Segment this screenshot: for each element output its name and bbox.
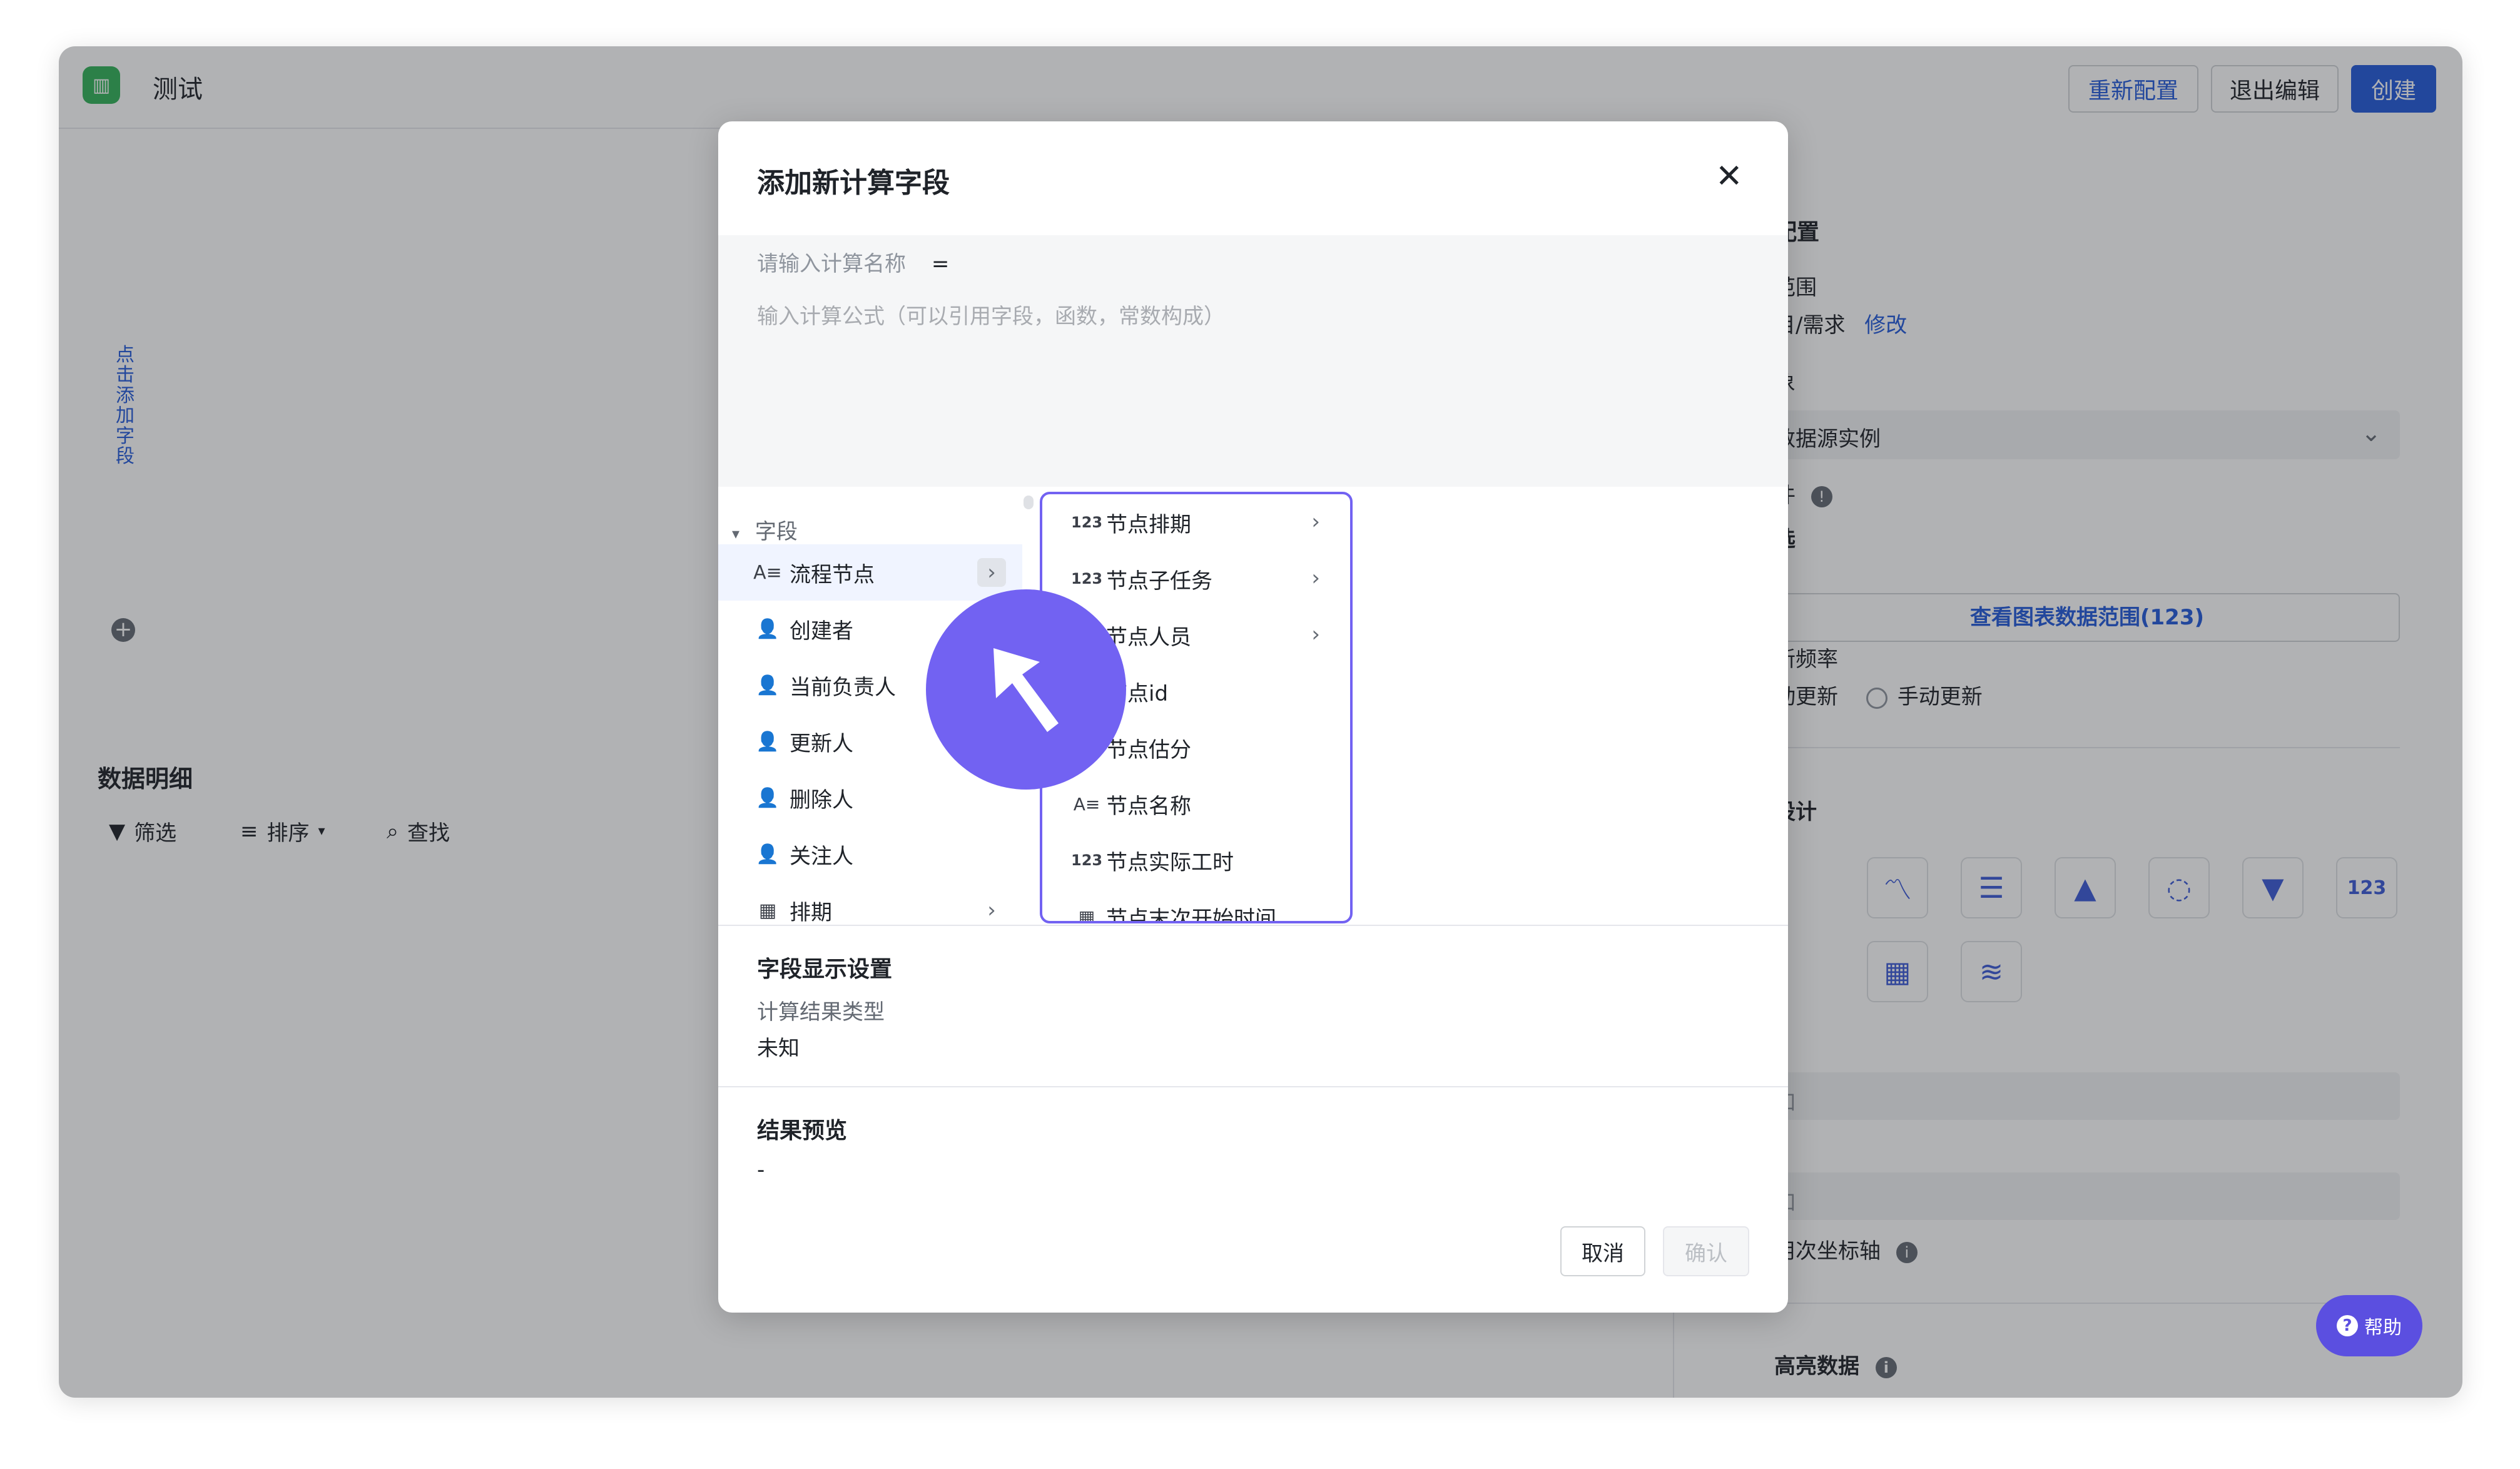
cursor-highlight [926, 589, 1126, 790]
sub-field-item-label: 节点估分 [1106, 737, 1191, 763]
sub-field-item[interactable]: ▦ 节点末次开始时间 [1042, 888, 1350, 923]
text-field-icon: A≡ [753, 561, 782, 584]
display-settings-title: 字段显示设置 [757, 957, 893, 982]
result-type-label: 计算结果类型 [757, 1000, 885, 1025]
sub-field-item-label: 节点实际工时 [1106, 850, 1234, 875]
help-button[interactable]: ? 帮助 [2316, 1295, 2422, 1356]
chevron-right-icon[interactable]: › [1311, 622, 1320, 647]
number-icon: 123 [1071, 514, 1103, 531]
field-item-label: 关注人 [790, 843, 853, 869]
field-item[interactable]: ▦ 排期 › [718, 882, 1022, 938]
sub-field-item[interactable]: 123 节点实际工时 [1042, 832, 1350, 888]
chevron-right-icon[interactable]: › [1311, 566, 1320, 591]
help-label: 帮助 [2364, 1317, 2402, 1339]
close-icon[interactable]: ✕ [1715, 158, 1743, 195]
divider [718, 1086, 1788, 1087]
person-icon: 👤 [756, 730, 780, 753]
field-item-label: 创建者 [790, 618, 853, 644]
calendar-icon: ▦ [1078, 906, 1095, 923]
sub-field-item-label: 节点末次开始时间 [1106, 906, 1276, 923]
number-icon: 123 [1071, 851, 1103, 869]
cursor-arrow-icon [993, 648, 1059, 732]
person-icon: 👤 [756, 843, 780, 865]
divider [718, 925, 1788, 926]
caret-down-icon: ▾ [732, 525, 740, 542]
text-field-icon: A≡ [1073, 793, 1100, 815]
sub-field-item[interactable]: 123 节点排期 › [1042, 494, 1350, 551]
sub-field-item-label: 节点排期 [1106, 512, 1191, 537]
scrollbar-thumb[interactable] [1024, 496, 1034, 509]
field-item-label: 更新人 [790, 731, 853, 756]
formula-input[interactable]: 输入计算公式（可以引用字段，函数，常数构成） [757, 299, 1225, 330]
dialog-title: 添加新计算字段 [757, 167, 950, 199]
field-item-label: 流程节点 [790, 562, 875, 587]
field-item[interactable]: A≡ 流程节点 › [718, 544, 1022, 601]
preview-value: - [757, 1157, 765, 1182]
calendar-icon: ▦ [758, 899, 777, 922]
sub-field-item[interactable]: A≡ 节点名称 [1042, 776, 1350, 832]
equals-sign: = [931, 252, 950, 277]
preview-title: 结果预览 [757, 1118, 848, 1144]
sub-field-item-label: 节点名称 [1106, 793, 1191, 819]
question-icon: ? [2337, 1315, 2358, 1336]
person-icon: 👤 [756, 786, 780, 809]
number-icon: 123 [1071, 570, 1103, 587]
add-calculated-field-dialog: 添加新计算字段 ✕ 请输入计算名称 = 输入计算公式（可以引用字段，函数，常数构… [718, 121, 1788, 1313]
field-item[interactable]: 👤 删除人 [718, 770, 1022, 826]
calc-name-input[interactable]: 请输入计算名称 [757, 252, 906, 277]
person-icon: 👤 [756, 618, 780, 640]
chevron-right-icon[interactable]: › [1311, 509, 1320, 534]
sub-field-item[interactable]: 123 节点子任务 › [1042, 551, 1350, 607]
field-group-label: 字段 [754, 519, 798, 544]
field-item-label: 删除人 [790, 787, 853, 813]
field-group-header[interactable]: ▾ 字段 [732, 514, 798, 545]
field-item-label: 当前负责人 [790, 674, 896, 700]
result-type-value: 未知 [757, 1036, 800, 1061]
confirm-button[interactable]: 确认 [1663, 1226, 1749, 1276]
chevron-right-icon[interactable]: › [977, 558, 1006, 587]
calc-name-row: 请输入计算名称 = [757, 247, 949, 277]
sub-field-item-label: 节点子任务 [1106, 568, 1212, 594]
field-item[interactable]: 👤 关注人 [718, 826, 1022, 882]
chevron-right-icon[interactable]: › [977, 896, 1006, 925]
sub-field-item-label: 节点人员 [1106, 624, 1191, 650]
cancel-button[interactable]: 取消 [1560, 1226, 1645, 1276]
field-item-label: 排期 [790, 900, 832, 925]
person-icon: 👤 [756, 674, 780, 696]
